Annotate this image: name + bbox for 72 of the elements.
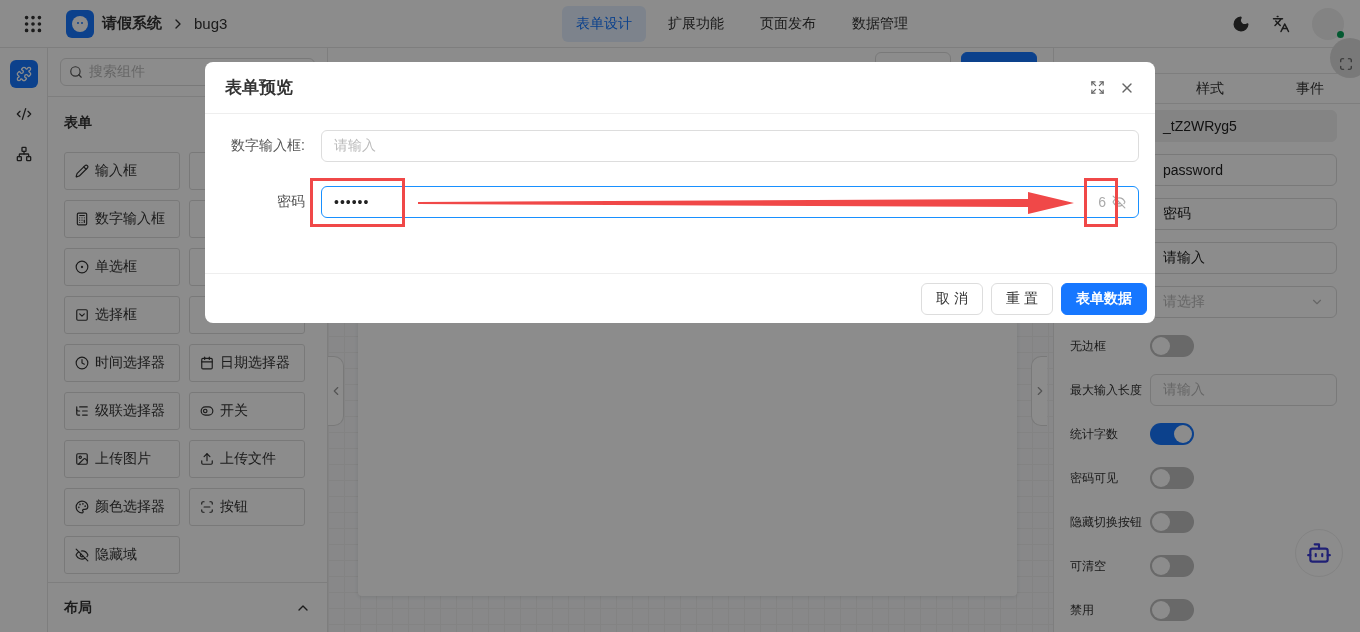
toggle-switch[interactable]: [1150, 511, 1194, 533]
fullscreen-button[interactable]: [1330, 38, 1360, 78]
code-icon: [15, 106, 32, 122]
toggle-switch[interactable]: [1150, 467, 1194, 489]
property-label: 无边框: [1070, 337, 1107, 355]
toggle-icon: [200, 404, 214, 418]
component-button[interactable]: 颜色选择器: [64, 488, 180, 526]
dropdown-icon: [75, 308, 89, 322]
component-button[interactable]: 按钮: [189, 488, 305, 526]
app-name: 请假系统: [102, 14, 162, 33]
nav-tab[interactable]: 数据管理: [838, 5, 922, 42]
input-field[interactable]: •••••• 6: [321, 186, 1139, 218]
upload-icon: [200, 452, 214, 466]
section-title: 布局: [64, 598, 92, 617]
component-button[interactable]: 上传文件: [189, 440, 305, 478]
online-dot: [1337, 30, 1344, 38]
dialog-button[interactable]: 重 置: [991, 282, 1053, 315]
clock-icon: [75, 356, 89, 370]
calendar-icon: [200, 356, 214, 370]
property-label: 统计字数: [1070, 425, 1119, 443]
panel-tab[interactable]: 样式: [1160, 79, 1260, 98]
robot-icon: [1306, 540, 1332, 566]
rail-button[interactable]: [9, 60, 38, 88]
property-label: 密码可见: [1070, 469, 1119, 487]
fullscreen-icon: [1339, 57, 1353, 71]
dialog-button[interactable]: 表单数据: [1061, 282, 1147, 315]
field-label: 密码: [276, 193, 306, 211]
char-count: 6: [1098, 194, 1106, 210]
toggle-switch[interactable]: [1150, 599, 1194, 621]
component-button[interactable]: 单选框: [64, 248, 180, 286]
panel-tab[interactable]: 事件: [1260, 79, 1360, 98]
dialog-button[interactable]: 取 消: [921, 282, 984, 315]
collapse-handle[interactable]: [328, 356, 344, 426]
property-label: 可清空: [1070, 557, 1107, 575]
translate-icon[interactable]: [1272, 14, 1290, 33]
toggle-switch[interactable]: [1150, 335, 1194, 357]
network-icon: [15, 146, 32, 162]
eye-off-icon: [75, 548, 89, 562]
radio-icon: [75, 260, 89, 274]
component-button[interactable]: 隐藏域: [64, 536, 180, 574]
property-label: 最大输入长度: [1070, 381, 1143, 399]
component-button[interactable]: 上传图片: [64, 440, 180, 478]
search-icon: [69, 65, 83, 79]
logo-icon: [66, 9, 94, 38]
component-button[interactable]: 选择框: [64, 296, 180, 334]
tree-icon: [75, 404, 89, 418]
toggle-switch[interactable]: [1150, 423, 1194, 445]
puzzle-icon: [15, 66, 32, 82]
image-icon: [75, 452, 89, 466]
toggle-switch[interactable]: [1150, 555, 1194, 577]
pencil-icon: [75, 164, 89, 178]
collapse-handle[interactable]: [1031, 356, 1047, 426]
scan-icon: [200, 500, 214, 514]
moon-icon[interactable]: [1232, 14, 1250, 33]
palette-icon: [75, 500, 89, 514]
property-label: 禁用: [1070, 601, 1095, 619]
property-label: 隐藏切换按钮: [1070, 513, 1143, 531]
component-button[interactable]: 输入框: [64, 152, 180, 190]
component-button[interactable]: 数字输入框: [64, 200, 180, 238]
page-name: bug3: [194, 15, 228, 32]
nav-tab[interactable]: 扩展功能: [654, 5, 738, 42]
calculator-icon: [75, 212, 89, 226]
eye-off-icon[interactable]: [1112, 195, 1126, 209]
expand-icon[interactable]: [1090, 79, 1105, 95]
annotation-box: [1084, 178, 1118, 227]
component-button[interactable]: 级联选择器: [64, 392, 180, 430]
component-button[interactable]: 时间选择器: [64, 344, 180, 382]
assistant-button[interactable]: [1295, 529, 1343, 577]
component-button[interactable]: 开关: [189, 392, 305, 430]
nav-tab[interactable]: 页面发布: [746, 5, 830, 42]
component-button[interactable]: 日期选择器: [189, 344, 305, 382]
avatar[interactable]: [1312, 7, 1344, 40]
